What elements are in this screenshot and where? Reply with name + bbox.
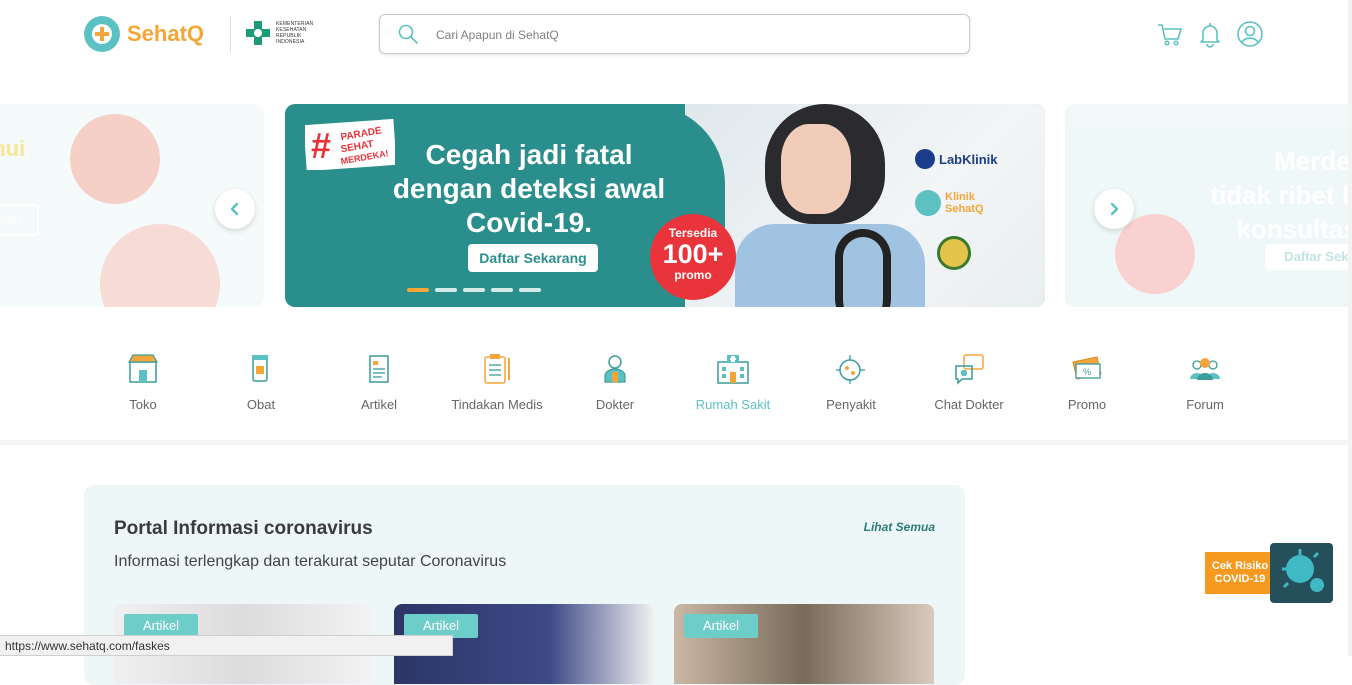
- banner-headline-line: Cegah jadi fatal: [425, 139, 633, 170]
- category-label: Dokter: [595, 397, 635, 412]
- page-scrollbar[interactable]: [1348, 0, 1352, 656]
- labklinik-logo: LabKlinik: [915, 149, 998, 169]
- carousel-dot[interactable]: [435, 288, 457, 292]
- banner-carousel: ahui gahan # PARADE SEHAT MERDEKA! Cegah…: [0, 104, 1352, 307]
- carousel-indicators: [407, 288, 541, 292]
- user-icon[interactable]: [1236, 20, 1264, 48]
- search-input[interactable]: [434, 15, 938, 55]
- category-penyakit[interactable]: Penyakit: [792, 352, 910, 412]
- partner-emblem-icon: [937, 236, 971, 270]
- category-label: Toko: [129, 397, 157, 412]
- cek-risiko-label-line: Cek Risiko: [1211, 560, 1269, 572]
- banner-next-text-line: konsultasi: [1236, 214, 1352, 244]
- klinik-sehatq-icon: [915, 190, 941, 216]
- banner-headline-line: Covid-19.: [465, 207, 593, 238]
- cart-icon[interactable]: [1156, 20, 1184, 48]
- category-rumah-sakit[interactable]: Rumah Sakit: [674, 352, 792, 412]
- banner-next-cta[interactable]: Daftar Seka: [1265, 244, 1352, 270]
- category-label: Penyakit: [826, 397, 876, 412]
- covid-virus-icon: [1270, 543, 1333, 603]
- category-forum[interactable]: Forum: [1146, 352, 1264, 412]
- section-divider: [0, 440, 1352, 445]
- banner-prev-text: ahui: [0, 136, 26, 161]
- header: SehatQ KEMENTERIAN KESEHATAN REPUBLIK IN…: [0, 0, 1352, 70]
- virus-icon: [836, 355, 865, 384]
- clipboard-icon: [484, 354, 510, 384]
- labklinik-name: LabKlinik: [939, 151, 998, 167]
- carousel-dot[interactable]: [407, 288, 429, 292]
- category-label: Rumah Sakit: [695, 397, 771, 412]
- cek-risiko-covid-button[interactable]: Cek Risiko COVID-19: [1205, 543, 1335, 613]
- category-tindakan-medis[interactable]: Tindakan Medis: [438, 352, 556, 412]
- category-label: Obat: [246, 397, 276, 412]
- chevron-right-icon: [1110, 202, 1119, 216]
- search-bar[interactable]: [379, 14, 970, 55]
- category-menu: Toko Obat Artikel Tindakan Medis Dokter …: [84, 352, 1264, 422]
- promo-badge-top: Tersedia: [668, 226, 718, 240]
- sehatq-logo[interactable]: SehatQ: [84, 16, 204, 52]
- kemenkes-logo: KEMENTERIAN KESEHATAN REPUBLIK INDONESIA: [244, 19, 326, 47]
- chevron-left-icon: [230, 202, 239, 216]
- category-label: Artikel: [360, 397, 398, 412]
- store-icon: [127, 354, 159, 383]
- banner-slide-active[interactable]: # PARADE SEHAT MERDEKA! Cegah jadi fatal…: [285, 104, 1045, 307]
- category-dokter[interactable]: Dokter: [556, 352, 674, 412]
- article-badge: Artikel: [684, 614, 758, 638]
- category-label: Promo: [1067, 397, 1107, 412]
- klinik-sehatq-logo: Klinik SehatQ: [915, 190, 995, 216]
- article-card[interactable]: Artikel: [674, 604, 934, 684]
- browser-status-bar: https://www.sehatq.com/faskes: [0, 635, 453, 656]
- banner-next-text-line: Merdek: [1273, 146, 1352, 176]
- forum-icon: [1190, 358, 1220, 380]
- coupon-icon: %: [1072, 356, 1102, 380]
- daftar-sekarang-button[interactable]: Daftar Sekarang: [468, 244, 598, 272]
- svg-text:#: #: [311, 125, 331, 166]
- category-chat-dokter[interactable]: Chat Dokter: [910, 352, 1028, 412]
- article-icon: [369, 355, 389, 383]
- virus-illustration: [70, 114, 160, 204]
- promo-badge-count: 100+: [662, 239, 724, 269]
- cek-risiko-label: Cek Risiko COVID-19: [1205, 552, 1275, 594]
- banner-headline: Cegah jadi fatal dengan deteksi awal Cov…: [379, 138, 679, 240]
- carousel-prev-button[interactable]: [215, 189, 255, 229]
- search-icon: [398, 24, 418, 44]
- promo-badge: Tersedia 100+ promo: [650, 214, 736, 300]
- promo-badge-bottom: promo: [674, 268, 712, 282]
- banner-next-text-line: tidak ribet bi: [1210, 180, 1352, 210]
- portal-title: Portal Informasi coronavirus: [114, 518, 373, 539]
- header-divider: [230, 16, 231, 52]
- banner-headline-line: dengan deteksi awal: [392, 173, 666, 204]
- brand-name: SehatQ: [127, 21, 205, 46]
- bell-icon[interactable]: [1196, 20, 1224, 48]
- svg-text:%: %: [1083, 367, 1091, 377]
- lihat-semua-link[interactable]: Lihat Semua: [864, 520, 935, 534]
- sehatq-logo-icon: [84, 16, 120, 52]
- klinik-sehatq-name: Klinik SehatQ: [945, 191, 984, 215]
- cek-risiko-label-line: COVID-19: [1214, 573, 1266, 585]
- category-toko[interactable]: Toko: [84, 352, 202, 412]
- category-artikel[interactable]: Artikel: [320, 352, 438, 412]
- category-label: Chat Dokter: [934, 397, 1004, 412]
- virus-illustration: [100, 224, 220, 307]
- carousel-dot[interactable]: [519, 288, 541, 292]
- kemenkes-text: KEMENTERIAN KESEHATAN REPUBLIK INDONESIA: [276, 21, 314, 45]
- category-label: Forum: [1186, 397, 1224, 412]
- category-promo[interactable]: % Promo: [1028, 352, 1146, 412]
- kemenkes-logo-icon: [246, 21, 270, 45]
- labklinik-icon: [915, 149, 935, 169]
- chat-icon: [955, 354, 984, 385]
- medicine-icon: [252, 355, 268, 382]
- carousel-next-button[interactable]: [1094, 189, 1134, 229]
- category-label: Tindakan Medis: [451, 397, 543, 412]
- hospital-icon: [717, 355, 749, 384]
- banner-prev-cta[interactable]: gahan: [0, 204, 39, 236]
- category-obat[interactable]: Obat: [202, 352, 320, 412]
- carousel-dot[interactable]: [463, 288, 485, 292]
- doctor-icon: [604, 355, 626, 383]
- portal-subtitle: Informasi terlengkap dan terakurat seput…: [114, 553, 507, 570]
- carousel-dot[interactable]: [491, 288, 513, 292]
- banner-next-text: Merdek tidak ribet bi konsultasi: [1145, 144, 1352, 246]
